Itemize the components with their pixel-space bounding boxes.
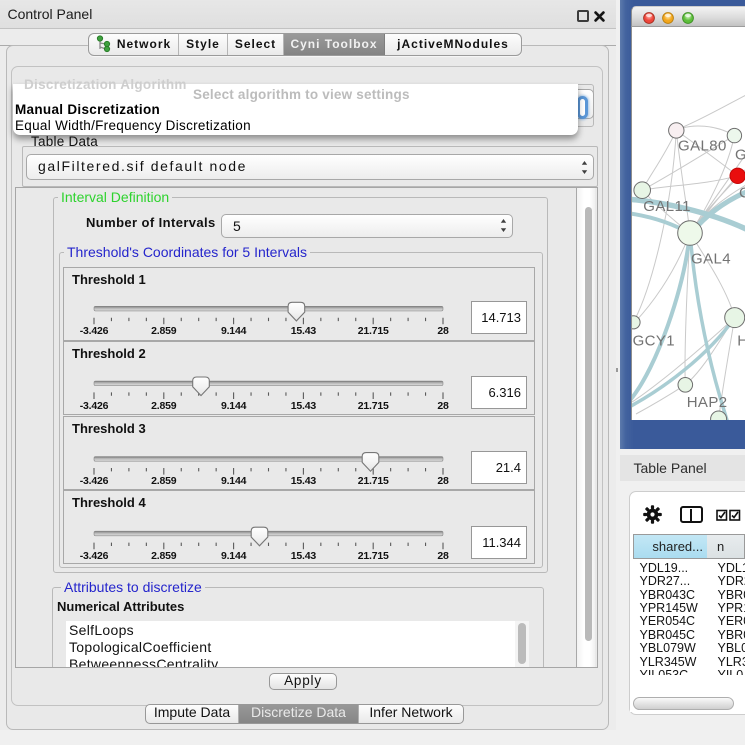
- svg-text:GAL4: GAL4: [691, 251, 731, 268]
- svg-text:CD: CD: [739, 185, 745, 202]
- svg-text:GCY1: GCY1: [633, 333, 675, 350]
- svg-text:GA: GA: [735, 147, 745, 164]
- svg-text:HAP2: HAP2: [687, 394, 728, 411]
- svg-text:GAL11: GAL11: [643, 198, 691, 215]
- svg-text:GAL80: GAL80: [678, 138, 727, 155]
- svg-text:HA: HA: [737, 333, 745, 350]
